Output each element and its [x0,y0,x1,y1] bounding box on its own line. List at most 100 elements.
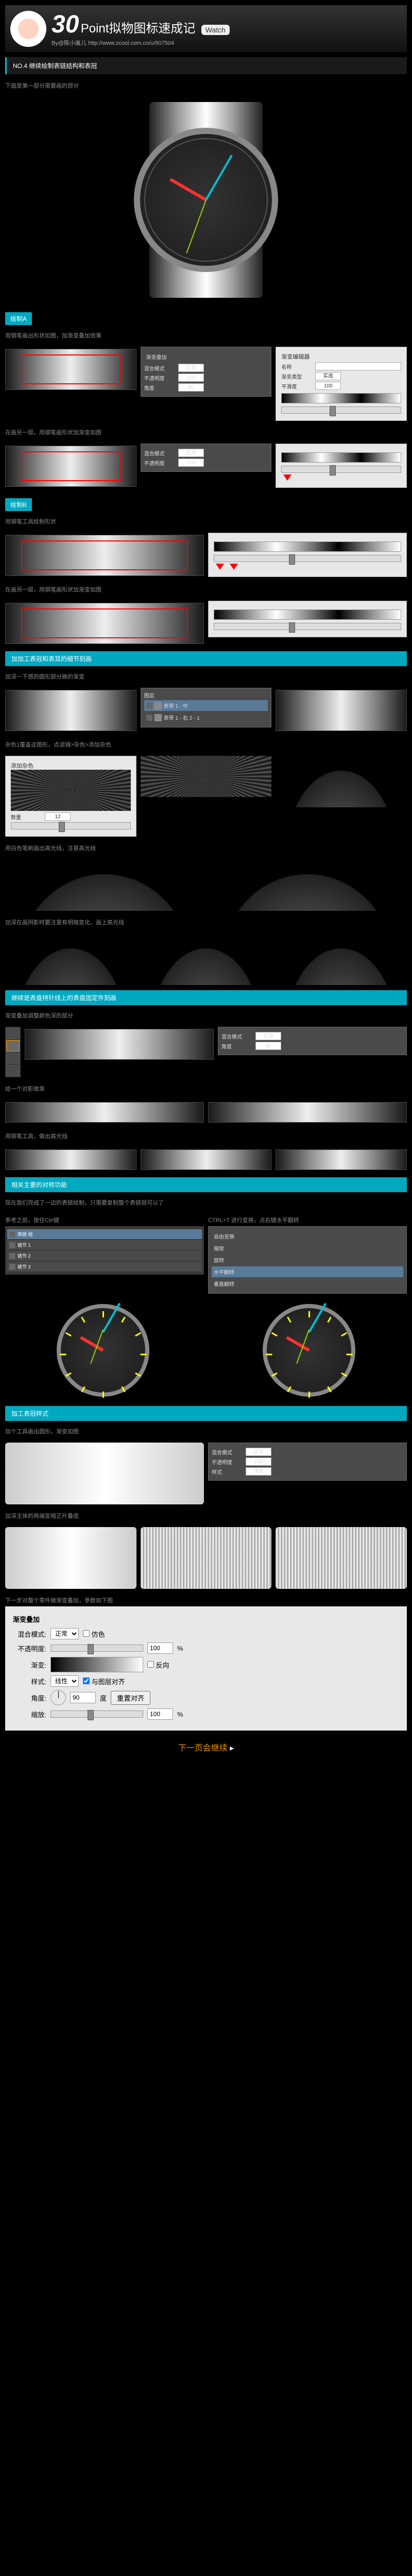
arc-sample-3 [208,859,407,911]
note-f2: 加深主体的两端变暗正片叠底 [5,1510,407,1522]
layer-style-panel-2[interactable]: 混合模式正常 不透明度100 [141,444,272,472]
scale-slider[interactable] [50,1710,143,1718]
sample-band-a1 [5,349,136,390]
gradient-stops-1[interactable] [281,406,401,414]
scale-input[interactable] [147,1708,173,1720]
note-d1: 渐变叠加调整颜色深的部分 [5,1009,407,1022]
layer-style-panel-1[interactable]: 渐变叠加 混合模式正常 不透明度100 角度90 [141,347,272,397]
note-b2: 在画另一层，用钢笔画形状加渐变如图 [5,583,407,596]
opacity-slider[interactable] [50,1645,143,1652]
gradient-stops-3[interactable] [214,555,401,562]
crown-sample-3 [141,1527,272,1589]
visibility-icon[interactable] [9,1264,15,1270]
hero-watch [5,92,407,308]
transform-menu[interactable]: 自由变换 缩放 旋转 水平翻转 垂直翻转 [208,1226,407,1294]
arc-sample-6 [276,934,407,985]
gradient-overlay-settings[interactable]: 渐变叠加 混合模式: 正常 仿色 不透明度: % 渐变: 反向 样式: 线性 与… [5,1606,407,1731]
note-c3: 用白色笔刷画出高光线，注意高光线 [5,842,407,854]
sample-d1 [25,1029,214,1060]
step-b: 绘制B [5,498,32,511]
step-a1: 绘制A [5,312,32,325]
gradient-editor-4[interactable] [208,601,407,637]
gradient-bar-2[interactable] [281,452,401,463]
sample-c1b [276,690,407,731]
gradient-editor-3[interactable] [208,533,407,577]
sample-d6 [276,1149,407,1170]
note-e3: CTRL+T 进行变换，点右键水平翻转 [208,1214,407,1226]
gradient-stops-4[interactable] [214,623,401,630]
minute-hand [205,155,232,200]
crown-sample-4 [276,1527,407,1589]
visibility-icon[interactable] [9,1231,15,1238]
ge-title: 渐变编辑器 [281,352,401,361]
gradient-editor-2[interactable] [276,444,407,488]
move-tool[interactable] [6,1028,20,1039]
rect-tool[interactable] [6,1040,20,1052]
note-c1: 加深一下感的圆形部分做的渐变 [5,670,407,683]
settings-note: 下一步对整个零件做渐变叠加，参数如下图 [5,1594,407,1606]
visibility-icon[interactable] [9,1242,15,1248]
gradient-editor-1[interactable]: 渐变编辑器 名称 渐变类型实底 平滑度100 [276,347,407,421]
note-e2: 参考之前，按住Ctrl键 [5,1214,204,1226]
note-c2: 杂色1覆盖这图形，点滤镜>杂色>添加杂色 [5,738,407,751]
noise-slider[interactable] [11,822,131,829]
arc-sample-5 [141,934,272,985]
sample-d5 [141,1149,272,1170]
note-c4: 加深在画阴影时要注意有明暗变化，画上高光线 [5,916,407,928]
note-d3: 用钢笔工具，做出高光线 [5,1130,407,1142]
sub-section-3: 相关主要的对称功能 [5,1177,407,1192]
arc-sample-1 [276,756,407,807]
layers-title: 图层 [144,691,268,699]
dither-checkbox[interactable]: 仿色 [83,1629,105,1639]
sub-section-4: 加工表冠样式 [5,1406,407,1421]
mascot-avatar [10,11,46,47]
watch-badge: Watch [201,25,230,35]
sample-band-b1 [5,535,204,576]
author-line: By@陈小胤儿 http://www.zcool.com.cn/u/907504 [52,39,230,47]
reverse-checkbox[interactable]: 反向 [147,1660,169,1670]
toolbar[interactable] [5,1027,21,1077]
crown-sample-2 [5,1527,136,1589]
sample-c1 [5,690,136,731]
gradient-bar-4[interactable] [214,609,401,620]
footer-next[interactable]: 下一页会继续 [5,1731,407,1764]
brush-tool[interactable] [6,1065,20,1076]
style-item[interactable]: 渐变叠加 [146,353,167,361]
hour-hand [169,178,207,201]
title-number: 30 [52,11,79,38]
layers-panel-2[interactable]: 表链 组 链节 1 链节 2 链节 3 [5,1226,204,1275]
crown-sample-1 [5,1443,204,1504]
gradient-stops-2[interactable] [281,466,401,473]
angle-dial[interactable] [50,1690,66,1705]
noise-dialog[interactable]: 添加杂色 数量12 [5,756,136,837]
settings-title: 渐变叠加 [13,1614,399,1624]
arc-sample-4 [5,934,136,985]
watch-result-right [263,1304,355,1397]
sub-section-1: 加加工表冠和表耳的细节刻画 [5,651,407,666]
visibility-icon[interactable] [9,1253,15,1259]
arc-sample-2 [5,859,204,911]
blend-mode-select[interactable]: 正常 [50,1628,79,1639]
watch-result-left [57,1304,149,1397]
sample-d2 [5,1102,204,1123]
style-select[interactable]: 线性 [50,1675,79,1687]
layer-style-panel-d[interactable]: 混合模式正常 角度90 [218,1027,407,1055]
layer-style-panel-f[interactable]: 混合模式正常 不透明度100 样式线性 [208,1443,407,1481]
arrow-icon [283,474,291,481]
visibility-icon[interactable] [146,715,152,721]
gradient-preview[interactable] [50,1657,143,1672]
align-checkbox[interactable]: 与图层对齐 [83,1676,125,1686]
opacity-input[interactable] [147,1642,173,1654]
note-d2: 给一个对影做黑 [5,1082,407,1095]
gradient-bar-3[interactable] [214,541,401,552]
intro-note: 下面是第一部分需要画的部分 [5,79,407,92]
note-f1: 加个工具画出圆形，渐变如图 [5,1425,407,1437]
angle-input[interactable] [70,1692,96,1703]
visibility-icon[interactable] [146,703,152,709]
layers-panel-1[interactable]: 图层 表带 1 - 中 表带 1 - 右 2 - 1 [141,688,272,727]
gradient-bar-1[interactable] [281,393,401,403]
pen-tool[interactable] [6,1053,20,1064]
arrow-icon [230,564,238,570]
sub-section-2: 继续是表盘持针线上的表盘固定件刻画 [5,990,407,1005]
reset-align-button[interactable]: 重置对齐 [111,1691,150,1705]
